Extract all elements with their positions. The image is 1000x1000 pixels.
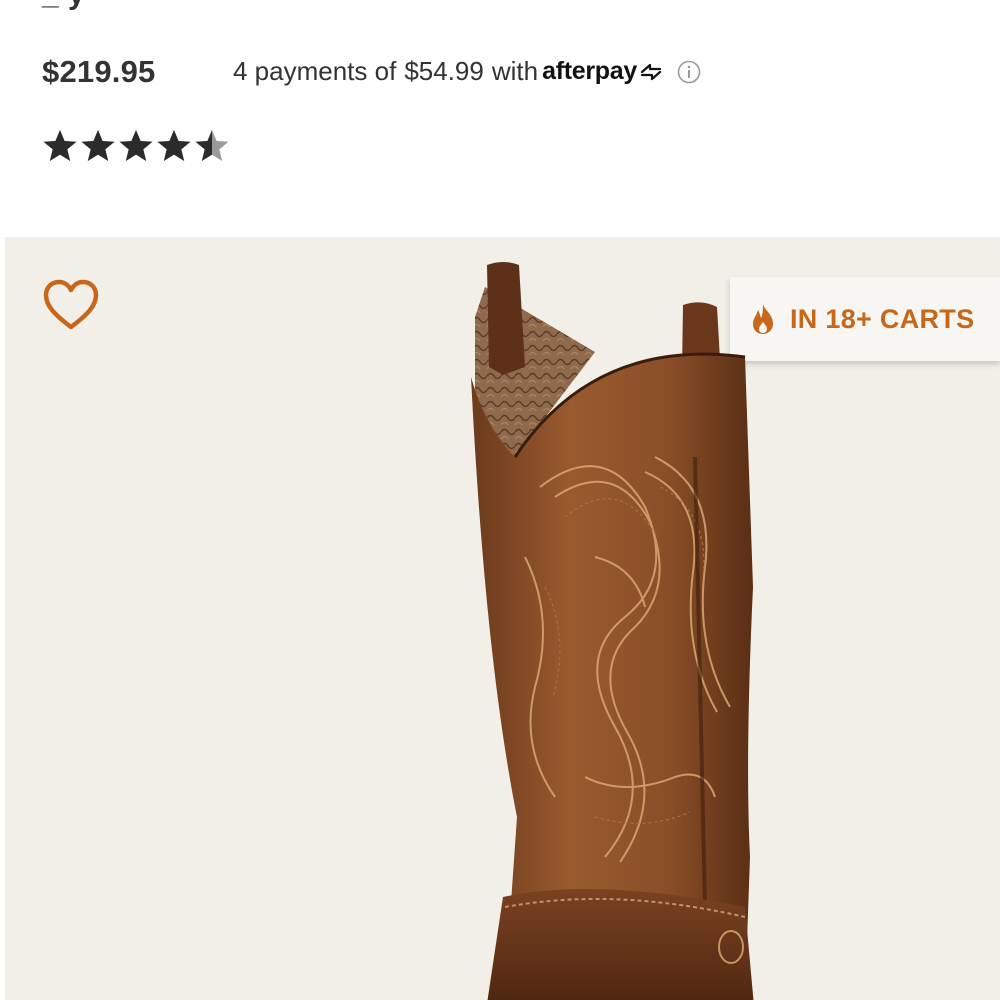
star-half-icon	[195, 130, 229, 161]
heart-outline-icon[interactable]	[41, 277, 101, 333]
rating-stars[interactable]	[42, 128, 230, 164]
product-image[interactable]: IN 18+ CARTS	[5, 237, 1000, 1000]
installment-prefix: 4 payments of	[233, 56, 397, 86]
star-filled-icon	[81, 130, 115, 161]
price-row: $219.95	[42, 48, 155, 96]
afterpay-arrow-icon	[640, 63, 662, 80]
product-page: _ y $219.95 4 payments of $54.99 with af…	[0, 0, 1000, 1000]
installment-amount: $54.99	[404, 56, 484, 86]
afterpay-logo: afterpay	[542, 57, 637, 85]
info-icon[interactable]	[677, 60, 701, 84]
afterpay-installments: 4 payments of $54.99 with afterpay	[233, 56, 701, 87]
product-price: $219.95	[42, 54, 156, 89]
star-filled-icon	[157, 130, 191, 161]
cowboy-boot-image	[471, 262, 754, 1000]
in-carts-label: IN 18+ CARTS	[790, 303, 975, 334]
product-title-remnant: _ y	[42, 0, 85, 12]
star-filled-icon	[43, 130, 77, 161]
installment-suffix: with	[491, 56, 539, 86]
star-filled-icon	[119, 130, 153, 161]
